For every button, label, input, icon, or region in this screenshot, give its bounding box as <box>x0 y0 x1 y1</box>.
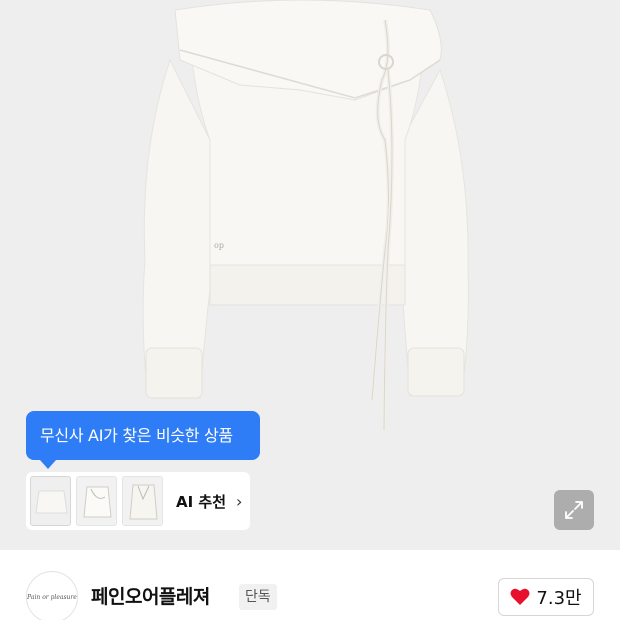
chevron-right-icon: › <box>236 491 243 511</box>
ai-recommend-link[interactable]: AI 추천 › <box>176 491 242 512</box>
heart-icon <box>510 588 530 605</box>
exclusive-badge: 단독 <box>239 584 277 610</box>
expand-icon <box>565 501 583 519</box>
ai-recommendation-card[interactable]: AI 추천 › <box>26 472 250 530</box>
sweater-thumb-image <box>83 486 112 518</box>
expand-image-button[interactable] <box>554 490 594 530</box>
product-image: op <box>142 0 469 431</box>
similar-product-thumb[interactable] <box>122 476 163 526</box>
brand-logo-text: Pain or pleasure <box>27 593 77 601</box>
brand-logo[interactable]: Pain or pleasure <box>26 571 78 620</box>
ai-recommend-label: AI 추천 <box>176 492 227 511</box>
ai-similar-products-tooltip[interactable]: 무신사 AI가 찾은 비슷한 상품 <box>26 411 260 469</box>
like-button[interactable]: 7.3만 <box>498 578 594 616</box>
brand-name[interactable]: 페인오어플레져 <box>91 582 210 609</box>
sweater-thumb-image <box>35 490 68 514</box>
svg-text:op: op <box>214 241 224 250</box>
similar-product-thumb[interactable] <box>76 476 117 526</box>
sweater-thumb-image <box>129 484 158 520</box>
product-image-area[interactable]: op 무신사 AI가 찾은 비슷한 상품 AI 추천 › <box>0 0 620 550</box>
like-count: 7.3만 <box>536 588 582 609</box>
similar-product-thumb[interactable] <box>30 476 71 526</box>
ai-tooltip-text: 무신사 AI가 찾은 비슷한 상품 <box>40 426 233 445</box>
